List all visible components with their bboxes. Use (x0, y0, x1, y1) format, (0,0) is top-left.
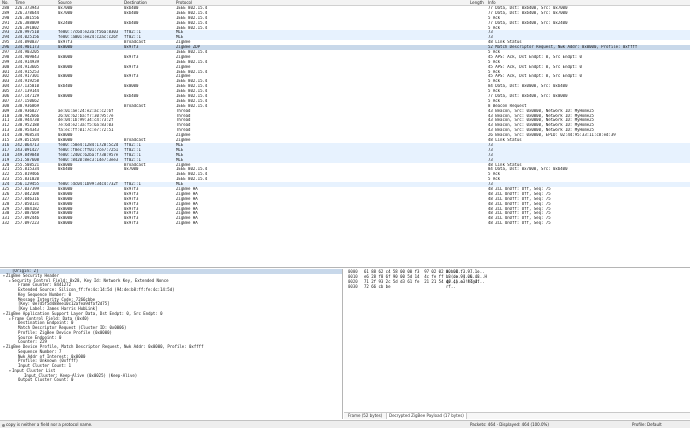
bytes-row: 0030 72 66 cb be rf.. (344, 284, 690, 289)
packet-no: 332 (2, 221, 10, 226)
tab-frame[interactable]: Frame (52 bytes) (346, 413, 384, 419)
bytes-offset: 0030 (348, 284, 358, 289)
packet-details-pane[interactable]: [Origin: 2] ▾ZigBee Security Header ▸Secur… (0, 269, 343, 419)
packet-source: 0x0000 (58, 221, 73, 226)
bytes-hex[interactable]: 72 66 cb be (364, 284, 391, 289)
tab-decrypted-payload[interactable]: Decrypted ZigBee Payload (17 bytes) (386, 413, 467, 419)
packet-list[interactable]: No. Time Source Destination Protocol Len… (0, 0, 690, 268)
packet-row[interactable]: 332 257.097223 0x0000 0x97f3 ZigBee HA 48 ZCL… (0, 221, 690, 226)
packet-bytes-pane[interactable]: 0000 61 88 62 c4 58 00 00 f3 97 02 02 00 … (344, 269, 690, 412)
packet-info: 48 ZCL OnOff: Off, Seq: 75 (488, 221, 551, 226)
bytes-tabs: Frame (52 bytes) Decrypted ZigBee Payloa… (344, 412, 690, 419)
status-left-text: copy is neither a field nor a protocol n… (6, 422, 93, 427)
status-left: copy is neither a field nor a protocol n… (2, 421, 92, 428)
packet-rows: 288 226.373943 0x7000 0xb400 IEEE 802.15.4 77… (0, 6, 690, 226)
packet-destination: 0x97f3 (124, 221, 139, 226)
packet-protocol: ZigBee HA (176, 221, 198, 226)
status-packet-count: Packets: 464 · Displayed: 464 (100.0%) (470, 422, 549, 427)
status-bar: copy is neither a field nor a protocol n… (0, 420, 690, 428)
status-profile[interactable]: Profile: Default (632, 421, 662, 428)
detail-text: Output Cluster Count: 0 (18, 377, 74, 383)
bytes-ascii[interactable]: rf.. (446, 284, 456, 289)
status-led-icon[interactable] (2, 423, 5, 427)
packet-time: 257.097223 (15, 221, 40, 226)
detail-tree-item[interactable]: Output Cluster Count: 0 (0, 377, 342, 383)
